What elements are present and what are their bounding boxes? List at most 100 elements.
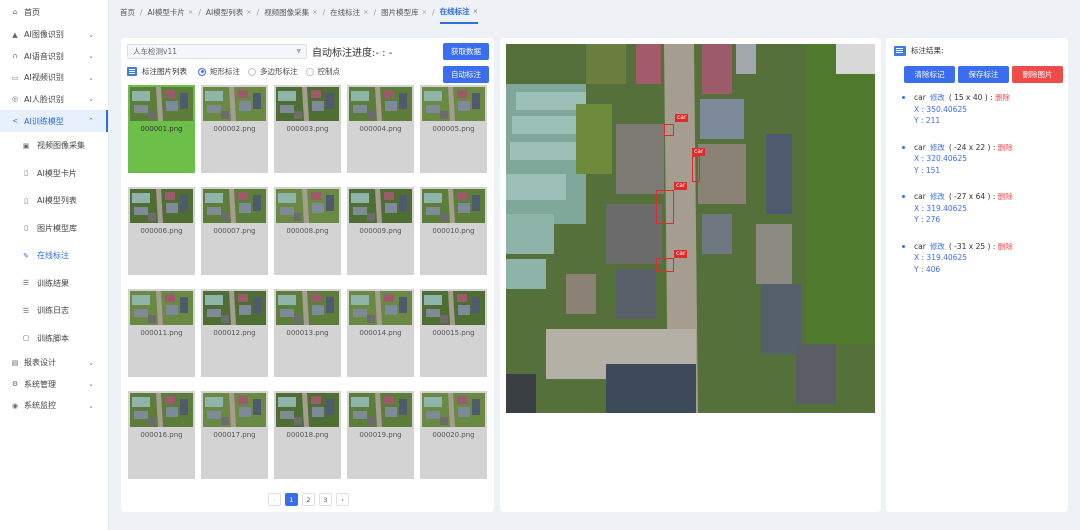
- clear-marks-button[interactable]: 清除标记: [904, 66, 955, 83]
- image-thumbnail[interactable]: 000001.png: [128, 85, 195, 173]
- thumbnail-filename: 000019.png: [359, 431, 402, 439]
- edit-link[interactable]: 修改: [930, 93, 945, 102]
- delete-image-button[interactable]: 删除图片: [1012, 66, 1063, 83]
- sidebar-item-report-design[interactable]: ▤ 报表设计 ⌄: [0, 352, 108, 374]
- radio-dot[interactable]: [305, 67, 314, 76]
- image-thumbnail[interactable]: 000007.png: [201, 187, 268, 275]
- radio-control-point[interactable]: 控制点: [305, 66, 341, 77]
- prev-page-button[interactable]: ‹: [268, 493, 281, 506]
- page-button[interactable]: 2: [302, 493, 315, 506]
- sidebar-item-label: 训练日志: [37, 306, 69, 316]
- page-button[interactable]: 1: [285, 493, 298, 506]
- result-x: X : 350.40625: [914, 104, 967, 114]
- sidebar-item-system-monitor[interactable]: ◉ 系统监控 ⌄: [0, 395, 108, 417]
- sidebar-item-training-script[interactable]: ▢ 训练脚本: [0, 325, 108, 353]
- fetch-data-button[interactable]: 获取数据: [443, 43, 489, 60]
- radio-dot[interactable]: [198, 67, 206, 76]
- image-thumbnail[interactable]: 000017.png: [201, 391, 268, 479]
- image-thumbnail[interactable]: 000016.png: [128, 391, 195, 479]
- image-thumbnail[interactable]: 000013.png: [274, 289, 341, 377]
- sidebar-item-model-card[interactable]: ▯ AI模型卡片: [0, 160, 108, 188]
- chart-icon: ▤: [11, 358, 19, 367]
- image-thumbnail[interactable]: 000018.png: [274, 391, 341, 479]
- delete-link[interactable]: 删除: [998, 242, 1013, 251]
- sidebar-item-label: AI视频识别: [24, 73, 64, 83]
- image-thumbnail[interactable]: 000009.png: [347, 187, 414, 275]
- tab-model-card[interactable]: AI模型卡片 × /: [148, 0, 206, 24]
- close-icon[interactable]: ×: [312, 8, 317, 16]
- annotation-canvas[interactable]: car car car car: [506, 44, 875, 413]
- image-thumbnail[interactable]: 000003.png: [274, 85, 341, 173]
- sidebar-item-image-library[interactable]: ▯ 图片模型库: [0, 215, 108, 243]
- edit-link[interactable]: 修改: [930, 192, 945, 201]
- sidebar-item-online-annotation[interactable]: ✎ 在线标注: [0, 242, 108, 270]
- sidebar-item-model-list[interactable]: ▯ AI模型列表: [0, 187, 108, 215]
- tab-current[interactable]: 在线标注 ×: [439, 0, 479, 24]
- annotation-box[interactable]: [664, 124, 674, 136]
- image-thumbnail[interactable]: 000012.png: [201, 289, 268, 377]
- sidebar-item-video-recognition[interactable]: ▭ AI视频识别 ⌄: [0, 67, 108, 89]
- edit-link[interactable]: 修改: [930, 242, 945, 251]
- tab-online-annotation[interactable]: 在线标注 × /: [330, 0, 381, 24]
- image-thumbnail[interactable]: 000020.png: [420, 391, 487, 479]
- tab-image-library[interactable]: 图片模型库 × /: [381, 0, 439, 24]
- sidebar-item-face-recognition[interactable]: ◎ AI人脸识别 ⌄: [0, 89, 108, 111]
- sidebar-item-voice-recognition[interactable]: ∩ AI语音识别 ⌄: [0, 46, 108, 68]
- sidebar-item-label: 训练结果: [37, 278, 69, 288]
- page-button[interactable]: 3: [319, 493, 332, 506]
- image-thumbnail[interactable]: 000002.png: [201, 85, 268, 173]
- image-thumbnail[interactable]: 000005.png: [420, 85, 487, 173]
- delete-link[interactable]: 删除: [998, 192, 1013, 201]
- image-thumbnail[interactable]: 000006.png: [128, 187, 195, 275]
- image-thumbnail[interactable]: 000008.png: [274, 187, 341, 275]
- image-thumbnail[interactable]: 000019.png: [347, 391, 414, 479]
- tab-video-capture[interactable]: 视频图像采集 × /: [264, 0, 330, 24]
- image-thumbnail[interactable]: 000014.png: [347, 289, 414, 377]
- radio-dot[interactable]: [248, 67, 256, 76]
- radio-rectangle[interactable]: 矩形标注: [198, 66, 240, 77]
- image-thumbnail[interactable]: 000004.png: [347, 85, 414, 173]
- close-icon[interactable]: ×: [422, 8, 427, 16]
- save-annotation-button[interactable]: 保存标注: [958, 66, 1009, 83]
- annotation-box[interactable]: [656, 190, 674, 224]
- sidebar-item-label: AI模型卡片: [37, 168, 77, 178]
- chevron-down-icon: ⌄: [88, 95, 94, 104]
- image-list-title-text: 标注图片列表: [142, 67, 187, 76]
- doc-icon: ▯: [24, 224, 28, 233]
- breadcrumb-separator: /: [198, 7, 201, 17]
- radio-label: 控制点: [317, 67, 341, 76]
- image-thumbnail[interactable]: 000011.png: [128, 289, 195, 377]
- thumbnail-image: [130, 189, 193, 223]
- close-icon[interactable]: ×: [246, 8, 251, 16]
- model-select[interactable]: 人车检测v11 ▼: [127, 44, 307, 59]
- result-y: Y : 406: [914, 264, 941, 274]
- delete-link[interactable]: 删除: [995, 93, 1010, 102]
- edit-link[interactable]: 修改: [930, 143, 945, 152]
- close-icon[interactable]: ×: [188, 8, 193, 16]
- delete-link[interactable]: 删除: [998, 143, 1013, 152]
- image-thumbnail[interactable]: 000015.png: [420, 289, 487, 377]
- close-icon[interactable]: ×: [473, 7, 478, 15]
- sidebar-item-system-management[interactable]: ⚙ 系统管理 ⌄: [0, 374, 108, 396]
- tab-model-list[interactable]: AI模型列表 × /: [206, 0, 264, 24]
- next-page-button[interactable]: ›: [336, 493, 349, 506]
- headphone-icon: ∩: [12, 52, 18, 61]
- sidebar-item-training-result[interactable]: ☰ 训练结果: [0, 270, 108, 298]
- image-thumbnail[interactable]: 000010.png: [420, 187, 487, 275]
- sidebar-item-home[interactable]: ⌂ 首页: [0, 0, 108, 24]
- sidebar-item-training-model[interactable]: < AI训练模型 ⌃: [0, 110, 108, 132]
- sidebar-item-label: 系统监控: [24, 401, 56, 411]
- breadcrumb-home[interactable]: 首页 /: [120, 0, 148, 24]
- annotation-box[interactable]: [692, 156, 700, 182]
- close-icon[interactable]: ×: [363, 8, 368, 16]
- radio-polygon[interactable]: 多边形标注: [248, 66, 298, 77]
- sidebar-item-video-capture[interactable]: ▣ 视频图像采集: [0, 132, 108, 160]
- tab-label: 在线标注: [330, 7, 361, 17]
- result-label: car: [914, 93, 926, 102]
- result-y: Y : 151: [914, 165, 941, 175]
- sidebar-item-image-recognition[interactable]: ▲ AI图像识别 ⌄: [0, 24, 108, 46]
- annotation-box[interactable]: [656, 258, 674, 272]
- auto-annotate-button[interactable]: 自动标注: [443, 66, 489, 83]
- result-size: ( 15 x 40 ) :: [948, 93, 993, 102]
- sidebar-item-training-log[interactable]: ☰ 训练日志: [0, 297, 108, 325]
